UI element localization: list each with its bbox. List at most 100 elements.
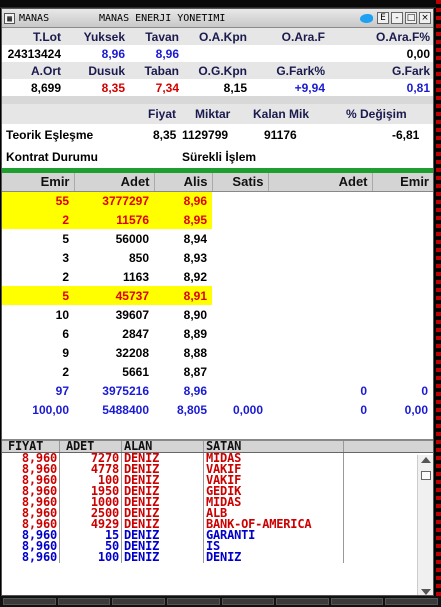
low-value: 8,35 bbox=[64, 79, 128, 96]
scroll-up-icon[interactable] bbox=[421, 457, 431, 463]
depth-bid-alis: 8,95 bbox=[154, 210, 212, 229]
g-fark-pct-value: +9,94 bbox=[250, 79, 328, 96]
twitter-icon[interactable] bbox=[359, 12, 375, 25]
summary-header: G.Fark% bbox=[250, 62, 328, 79]
depth-ask-cell bbox=[268, 343, 372, 362]
total-cell: 3975216 bbox=[102, 383, 149, 398]
trade-row[interactable]: 8,960 100 DENIZ DENIZ bbox=[2, 551, 433, 563]
total-cell: 100,00 bbox=[32, 402, 69, 417]
depth-bid-adet: 39607 bbox=[115, 307, 149, 322]
depth-bid-emir: 2 bbox=[62, 364, 69, 379]
background-stripe bbox=[436, 0, 441, 607]
depth-row[interactable]: 55 3777297 8,96 bbox=[2, 191, 433, 210]
depth-header[interactable]: Adet bbox=[74, 173, 155, 192]
th-degisim: % Değişim bbox=[346, 107, 407, 121]
depth-bid-adet: 1163 bbox=[122, 269, 149, 284]
minimize-button[interactable]: - bbox=[391, 12, 403, 24]
toolbar-slot[interactable] bbox=[221, 598, 275, 605]
depth-row[interactable]: 2 11576 8,95 bbox=[2, 210, 433, 229]
depth-ask-cell bbox=[268, 324, 372, 343]
window-symbol: MANAS bbox=[19, 12, 50, 24]
toolbar-slot[interactable] bbox=[166, 598, 220, 605]
trade-satan: GARANTI bbox=[204, 529, 344, 541]
trades-list: FIYAT ADET ALAN SATAN 8,960 7270 DENIZ MIDA… bbox=[2, 440, 433, 563]
depth-bid-emir: 2 bbox=[62, 269, 69, 284]
window-menu-icon[interactable]: ▦ bbox=[4, 12, 15, 24]
depth-header[interactable]: Emir bbox=[372, 173, 433, 192]
depth-row[interactable]: 2 1163 8,92 bbox=[2, 267, 433, 286]
depth-bid-alis: 8,91 bbox=[154, 286, 212, 305]
total-cell: 97 bbox=[55, 383, 69, 398]
depth-ask-cell bbox=[268, 210, 372, 229]
depth-ask-cell bbox=[212, 324, 268, 343]
depth-bid-emir: 5 bbox=[2, 286, 74, 305]
depth-header[interactable]: Alis bbox=[154, 173, 213, 192]
og-kpn-value: 8,15 bbox=[182, 79, 250, 96]
bottom-toolbar bbox=[0, 596, 441, 607]
toolbar-slot[interactable] bbox=[112, 598, 165, 605]
contract-row: Kontrat Durumu Sürekli İşlem bbox=[2, 146, 433, 168]
window-title: MANAS ENERJI YONETIMI bbox=[99, 12, 226, 24]
depth-header[interactable]: Adet bbox=[268, 173, 373, 192]
depth-bid-alis: 8,88 bbox=[183, 345, 207, 360]
trades-scrollbar[interactable] bbox=[417, 455, 433, 595]
depth-row[interactable]: 6 2847 8,89 bbox=[2, 324, 433, 343]
scroll-thumb[interactable] bbox=[421, 471, 431, 480]
floor-value: 7,34 bbox=[128, 79, 182, 96]
total-cell: 0 bbox=[360, 402, 367, 417]
depth-ask-cell bbox=[372, 210, 433, 229]
th-kalan: Kalan Mik bbox=[253, 107, 310, 121]
depth-ask-cell bbox=[212, 305, 268, 324]
depth-bid-alis: 8,94 bbox=[183, 231, 207, 246]
depth-row[interactable]: 3 850 8,93 bbox=[2, 248, 433, 267]
depth-row[interactable]: 9 32208 8,88 bbox=[2, 343, 433, 362]
depth-total-row: 97 3975216 8,96 0 0 bbox=[2, 381, 433, 400]
depth-bid-alis: 8,93 bbox=[183, 250, 207, 265]
e-button[interactable]: E bbox=[377, 12, 389, 24]
depth-row[interactable]: 5 56000 8,94 bbox=[2, 229, 433, 248]
g-fark-value: 0,81 bbox=[328, 79, 433, 96]
th-fiyat: Fiyat bbox=[148, 107, 177, 121]
depth-ask-cell bbox=[268, 267, 372, 286]
summary-header: O.G.Kpn bbox=[182, 62, 250, 79]
theoretical-label: Teorik Eşleşme bbox=[6, 128, 94, 142]
depth-ask-cell bbox=[372, 362, 433, 381]
trades-panel[interactable]: FIYAT ADET ALAN SATAN 8,960 7270 DENIZ MIDA… bbox=[2, 439, 433, 595]
depth-ask-cell bbox=[212, 286, 268, 305]
depth-bid-emir: 2 bbox=[2, 210, 74, 229]
total-cell: 5488400 bbox=[102, 402, 149, 417]
summary-header: O.Ara.F bbox=[250, 28, 328, 45]
theoretical-price: 8,35 bbox=[153, 128, 177, 142]
close-button[interactable]: × bbox=[419, 12, 431, 24]
depth-row[interactable]: 2 5661 8,87 bbox=[2, 362, 433, 381]
summary-header: O.Ara.F% bbox=[328, 28, 433, 45]
top-strip bbox=[0, 0, 441, 8]
depth-bid-adet: 11576 bbox=[74, 210, 154, 229]
toolbar-slot[interactable] bbox=[57, 598, 111, 605]
oa-kpn-value bbox=[182, 45, 250, 62]
depth-bid-emir: 5 bbox=[62, 231, 69, 246]
title-bar[interactable]: ▦ MANAS MANAS ENERJI YONETIMI E - □ × bbox=[2, 9, 433, 28]
toolbar-slot[interactable] bbox=[330, 598, 384, 605]
depth-bid-alis: 8,87 bbox=[183, 364, 207, 379]
depth-ask-cell bbox=[212, 267, 268, 286]
avg-value: 8,699 bbox=[2, 79, 64, 96]
oara-f-value bbox=[250, 45, 328, 62]
scroll-down-icon[interactable] bbox=[421, 589, 431, 595]
depth-bid-emir: 3 bbox=[62, 250, 69, 265]
high-value: 8,96 bbox=[64, 45, 128, 62]
maximize-button[interactable]: □ bbox=[405, 12, 417, 24]
toolbar-slot[interactable] bbox=[3, 598, 56, 605]
theoretical-row: Teorik Eşleşme 8,35 1129799 91176 -6,81 bbox=[2, 124, 433, 146]
depth-row[interactable]: 5 45737 8,91 bbox=[2, 286, 433, 305]
theoretical-remaining: 91176 bbox=[264, 128, 297, 142]
trade-fiyat: 8,960 bbox=[2, 551, 60, 563]
depth-ask-cell bbox=[268, 248, 372, 267]
toolbar-slot[interactable] bbox=[385, 598, 438, 605]
depth-row[interactable]: 10 39607 8,90 bbox=[2, 305, 433, 324]
summary-header: G.Fark bbox=[328, 62, 433, 79]
toolbar-slot[interactable] bbox=[276, 598, 329, 605]
depth-header[interactable]: Satis bbox=[212, 173, 269, 192]
summary-header: Tavan bbox=[128, 28, 182, 45]
depth-header[interactable]: Emir bbox=[2, 173, 75, 192]
